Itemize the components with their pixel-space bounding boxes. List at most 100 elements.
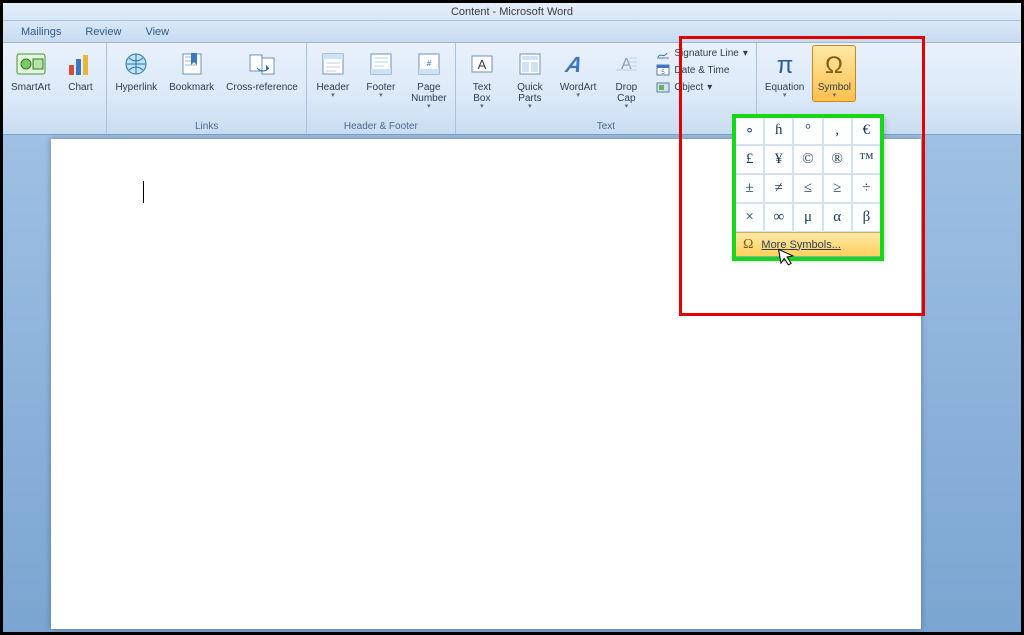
page-number-button[interactable]: # Page Number ▾ — [407, 45, 451, 113]
dropdown-icon: ▾ — [783, 93, 787, 99]
symbol-cell[interactable]: ÷ — [852, 174, 881, 203]
wordart-icon: A — [562, 48, 594, 80]
object-button[interactable]: Object ▾ — [652, 79, 752, 95]
dropdown-icon: ▾ — [625, 104, 629, 110]
dropdown-icon: ▾ — [331, 93, 335, 99]
footer-icon — [365, 48, 397, 80]
hyperlink-button[interactable]: Hyperlink — [111, 45, 161, 96]
symbol-cell[interactable]: ɦ — [764, 116, 793, 145]
date-time-label: Date & Time — [674, 65, 729, 76]
page-number-icon: # — [413, 48, 445, 80]
equation-icon: π — [769, 48, 801, 80]
header-icon — [317, 48, 349, 80]
symbol-cell[interactable]: × — [735, 203, 764, 232]
chart-label: Chart — [68, 82, 92, 93]
tab-mailings[interactable]: Mailings — [9, 26, 73, 38]
symbol-button[interactable]: Ω Symbol ▾ — [812, 45, 856, 102]
symbol-cell[interactable]: β — [852, 203, 881, 232]
dropcap-label: Drop Cap — [616, 82, 638, 104]
svg-text:#: # — [427, 59, 432, 68]
window-title: Content - Microsoft Word — [3, 3, 1021, 21]
symbol-cell[interactable]: ® — [823, 145, 852, 174]
symbol-cell[interactable]: ° — [793, 116, 822, 145]
signature-icon — [656, 46, 670, 60]
quickparts-label: Quick Parts — [517, 82, 543, 104]
symbol-cell[interactable]: ∞ — [764, 203, 793, 232]
svg-text:Ω: Ω — [825, 52, 843, 78]
symbol-cell[interactable]: α — [823, 203, 852, 232]
smartart-button[interactable]: SmartArt — [7, 45, 54, 96]
object-icon — [656, 80, 670, 94]
dropcap-icon: A — [610, 48, 642, 80]
symbol-cell[interactable]: ≤ — [793, 174, 822, 203]
more-symbols-label: More Symbols... — [761, 239, 840, 251]
bookmark-icon — [176, 48, 208, 80]
symbol-cell[interactable]: ≥ — [823, 174, 852, 203]
crossref-button[interactable]: Cross-reference — [222, 45, 302, 96]
svg-text:A: A — [478, 57, 487, 72]
symbol-cell[interactable]: € — [852, 116, 881, 145]
symbol-cell[interactable]: ¥ — [764, 145, 793, 174]
group-illustrations-label — [7, 121, 102, 133]
equation-button[interactable]: π Equation ▾ — [761, 45, 808, 102]
symbol-dropdown: ∘ɦ°,€ £¥©®™ ±≠≤≥÷ ×∞μαβ Ω More Symbols... — [734, 115, 882, 257]
dropdown-icon: ▾ — [576, 93, 580, 99]
dropdown-icon: ▾ — [833, 93, 837, 99]
dropcap-button[interactable]: A Drop Cap ▾ — [604, 45, 648, 113]
more-symbols-button[interactable]: Ω More Symbols... — [735, 232, 881, 256]
group-illustrations: SmartArt Chart — [3, 43, 107, 134]
signature-line-label: Signature Line — [674, 48, 739, 59]
svg-text:π: π — [776, 52, 793, 78]
symbol-cell[interactable]: © — [793, 145, 822, 174]
dropdown-icon: ▾ — [379, 93, 383, 99]
dropdown-icon: ▾ — [707, 82, 712, 93]
quickparts-button[interactable]: Quick Parts ▾ — [508, 45, 552, 113]
symbol-cell[interactable]: ± — [735, 174, 764, 203]
tab-review[interactable]: Review — [73, 26, 133, 38]
symbol-cell[interactable]: ™ — [852, 145, 881, 174]
tab-view[interactable]: View — [133, 26, 181, 38]
page-number-label: Page Number — [411, 82, 447, 104]
bookmark-label: Bookmark — [169, 82, 214, 93]
group-links: Hyperlink Bookmark Cross-reference Links — [107, 43, 306, 134]
dropdown-icon: ▾ — [743, 48, 748, 59]
symbol-cell[interactable]: , — [823, 116, 852, 145]
ribbon-tabs: Mailings Review View — [3, 21, 1021, 43]
chart-button[interactable]: Chart — [58, 45, 102, 96]
signature-line-button[interactable]: Signature Line ▾ — [652, 45, 752, 61]
date-time-button[interactable]: 5 Date & Time — [652, 62, 752, 78]
omega-icon: Ω — [743, 237, 753, 253]
symbol-cell[interactable]: ∘ — [735, 116, 764, 145]
text-small-commands: Signature Line ▾ 5 Date & Time Object ▾ — [652, 45, 752, 95]
symbol-cell[interactable]: μ — [793, 203, 822, 232]
group-text-label: Text — [460, 121, 752, 133]
symbol-cell[interactable]: £ — [735, 145, 764, 174]
group-links-label: Links — [111, 121, 301, 133]
date-time-icon: 5 — [656, 63, 670, 77]
smartart-label: SmartArt — [11, 82, 50, 93]
dropdown-icon: ▾ — [528, 104, 532, 110]
quickparts-icon — [514, 48, 546, 80]
dropdown-icon: ▾ — [480, 104, 484, 110]
chart-icon — [64, 48, 96, 80]
hyperlink-label: Hyperlink — [115, 82, 157, 93]
text-cursor — [143, 181, 144, 203]
group-header-footer: Header ▾ Footer ▾ # Page Number ▾ — [307, 43, 456, 134]
wordart-button[interactable]: A WordArt ▾ — [556, 45, 601, 102]
symbol-cell[interactable]: ≠ — [764, 174, 793, 203]
group-hf-label: Header & Footer — [311, 121, 451, 133]
crossref-icon — [246, 48, 278, 80]
textbox-label: Text Box — [473, 82, 491, 104]
object-label: Object — [674, 82, 703, 93]
bookmark-button[interactable]: Bookmark — [165, 45, 218, 96]
header-button[interactable]: Header ▾ — [311, 45, 355, 102]
svg-text:A: A — [563, 52, 585, 77]
symbol-icon: Ω — [818, 48, 850, 80]
hyperlink-icon — [120, 48, 152, 80]
symbol-grid: ∘ɦ°,€ £¥©®™ ±≠≤≥÷ ×∞μαβ — [735, 116, 881, 232]
footer-button[interactable]: Footer ▾ — [359, 45, 403, 102]
smartart-icon — [15, 48, 47, 80]
textbox-icon: A — [466, 48, 498, 80]
textbox-button[interactable]: A Text Box ▾ — [460, 45, 504, 113]
crossref-label: Cross-reference — [226, 82, 298, 93]
